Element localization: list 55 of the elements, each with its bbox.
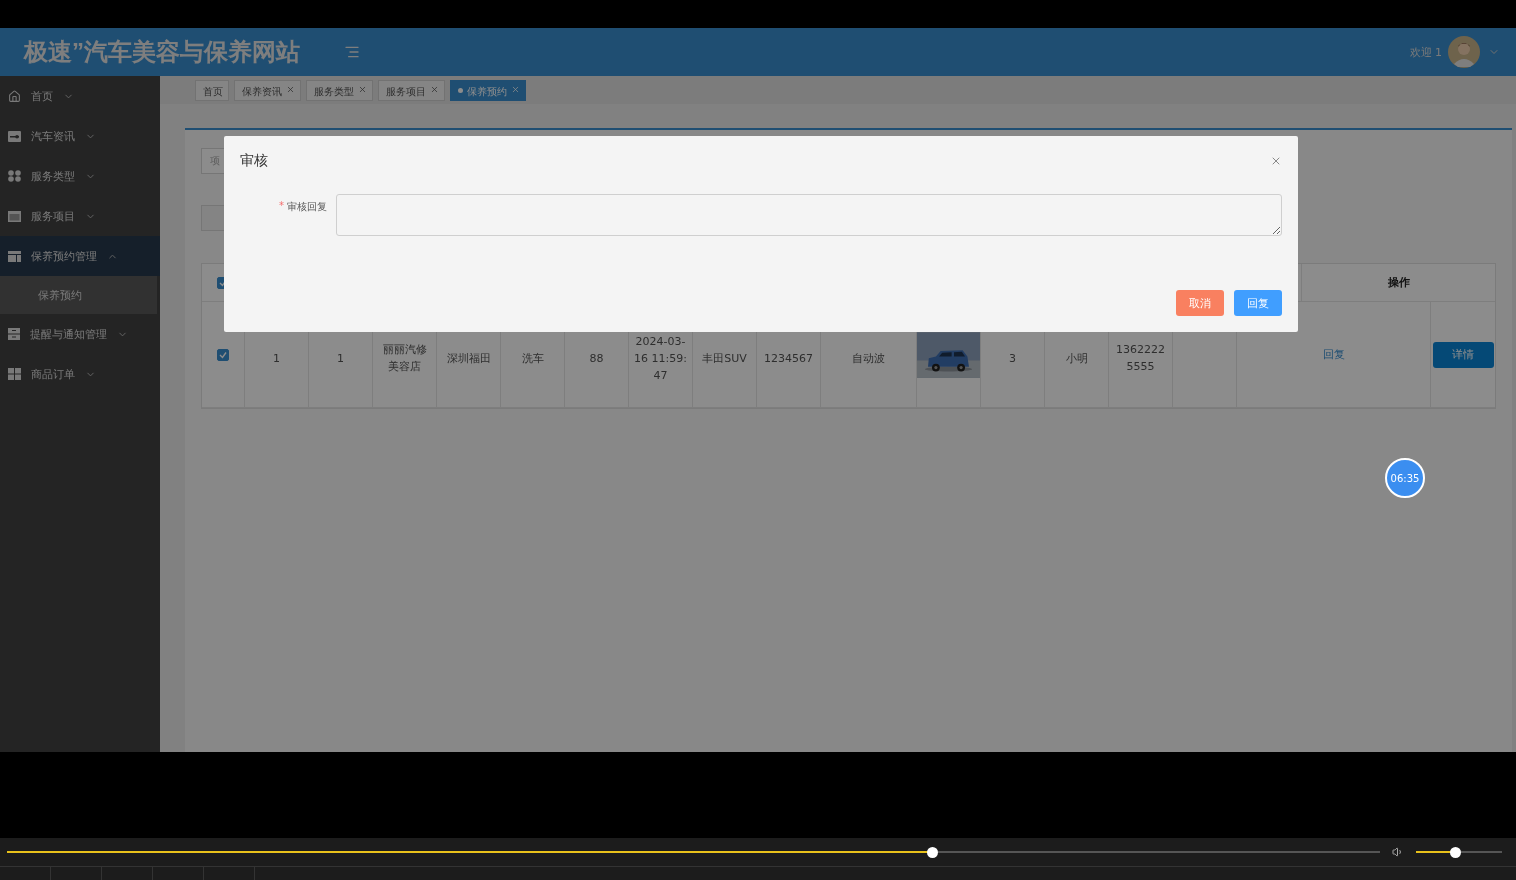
sidebar-item[interactable]: 汽车资讯 [0, 116, 160, 156]
table-cell-text: 1 [336, 350, 345, 367]
column-header: 操作 [1387, 275, 1410, 290]
cancel-button[interactable]: 取消 [1176, 290, 1224, 316]
table-cell-text: 88 [588, 350, 605, 367]
table-cell-text: 深圳福田 [445, 350, 492, 367]
drawer-icon [8, 328, 20, 340]
table-cell-text: 丰田SUV [701, 350, 748, 367]
dialog-title: 审核 [240, 152, 268, 170]
reply-link[interactable]: 回复 [1322, 347, 1345, 362]
home-icon [8, 89, 21, 103]
checkbox[interactable] [217, 348, 229, 361]
table-cell-text: 3 [1008, 350, 1017, 367]
layout-icon [8, 250, 21, 262]
volume-icon[interactable] [1392, 845, 1404, 859]
table-cell-text: 1234567 [763, 350, 814, 367]
required-mark: * [279, 200, 284, 211]
close-icon[interactable] [430, 84, 439, 94]
grid-icon [8, 368, 21, 380]
tab[interactable]: 保养资讯 [234, 79, 301, 101]
table-cell-text: 2024-03-16 11:59:47 [633, 333, 688, 384]
sidebar-item[interactable]: 保养预约管理 [0, 236, 160, 276]
reply-field[interactable] [336, 194, 1282, 236]
site-title: 极速”汽车美容与保养网站 [24, 37, 300, 67]
table-cell-text: 洗车 [520, 350, 545, 367]
tab[interactable]: 首页 [195, 79, 229, 101]
tab[interactable]: 服务类型 [306, 79, 373, 101]
tab[interactable]: 服务项目 [378, 79, 445, 101]
table-cell-text: 1 [272, 350, 281, 367]
sidebar-item[interactable]: 商品订单 [0, 354, 160, 394]
progress-thumb[interactable] [927, 846, 939, 858]
volume-thumb[interactable] [1449, 846, 1461, 858]
table-cell-text: 丽丽汽修美容店 [381, 342, 428, 375]
greeting: 欢迎 1 [1409, 44, 1442, 60]
sidebar-subitem[interactable]: 保养预约 [0, 276, 157, 314]
monitor-icon [8, 130, 21, 142]
table-cell-text: 自动波 [851, 350, 886, 367]
sidebar-item[interactable]: 服务项目 [0, 196, 160, 236]
table-cell-text: 13622225555 [1115, 342, 1166, 375]
sidebar-item[interactable]: 首页 [0, 76, 160, 116]
avatar[interactable] [1448, 36, 1480, 68]
close-icon[interactable] [358, 84, 367, 94]
reply-button[interactable]: 回复 [1234, 290, 1282, 316]
details-button[interactable]: 详情 [1432, 341, 1494, 368]
grid-dots-icon [8, 170, 21, 182]
table-cell-text: 小明 [1064, 350, 1089, 367]
window-icon [8, 210, 21, 222]
field-label: 审核回复 [287, 200, 327, 214]
close-icon[interactable] [1270, 155, 1282, 167]
close-icon[interactable] [511, 84, 520, 94]
sidebar-item[interactable]: 提醒与通知管理 [0, 314, 160, 354]
tab[interactable]: 保养预约 [450, 79, 526, 101]
close-icon[interactable] [286, 84, 295, 94]
menu-icon[interactable] [344, 44, 360, 60]
sidebar-item[interactable]: 服务类型 [0, 156, 160, 196]
